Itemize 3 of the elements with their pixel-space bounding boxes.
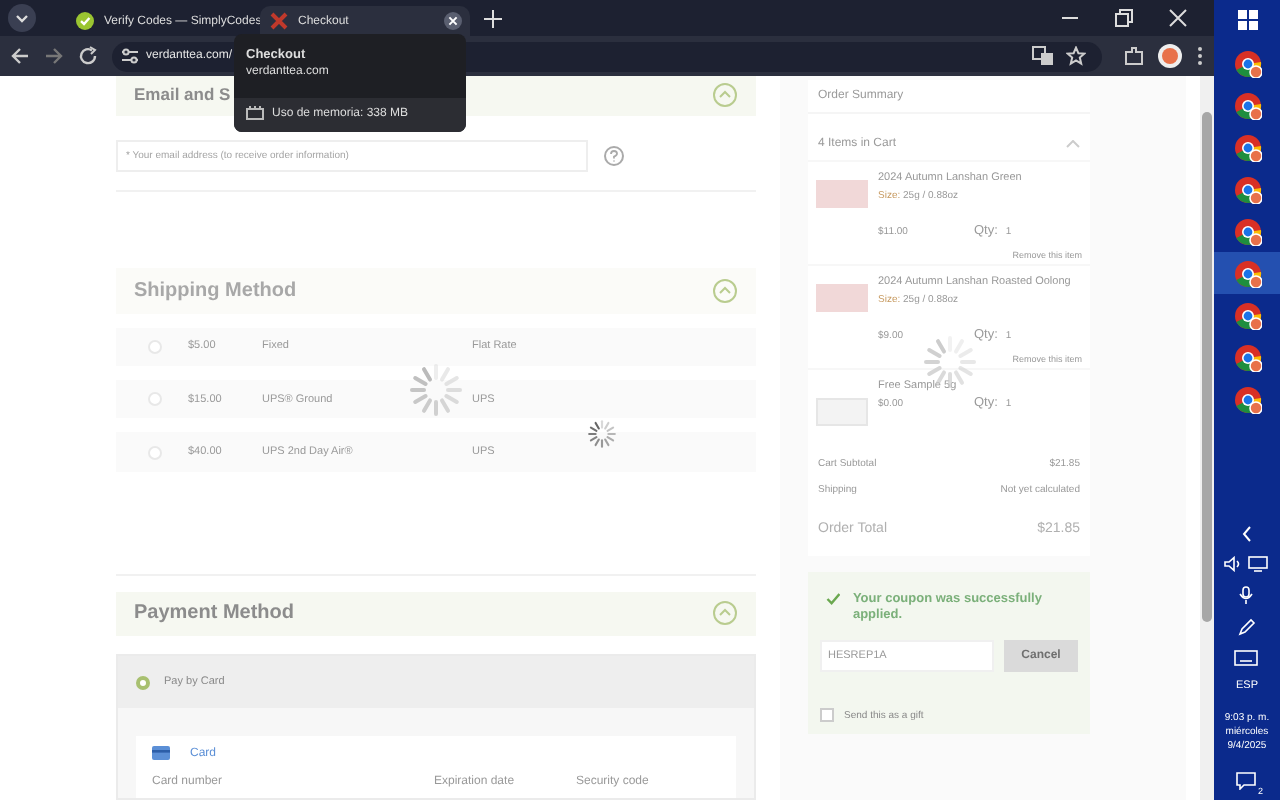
section-title: Shipping Method xyxy=(134,279,297,302)
section-title: Email and S xyxy=(134,84,231,105)
section-title: Payment Method xyxy=(134,602,295,625)
